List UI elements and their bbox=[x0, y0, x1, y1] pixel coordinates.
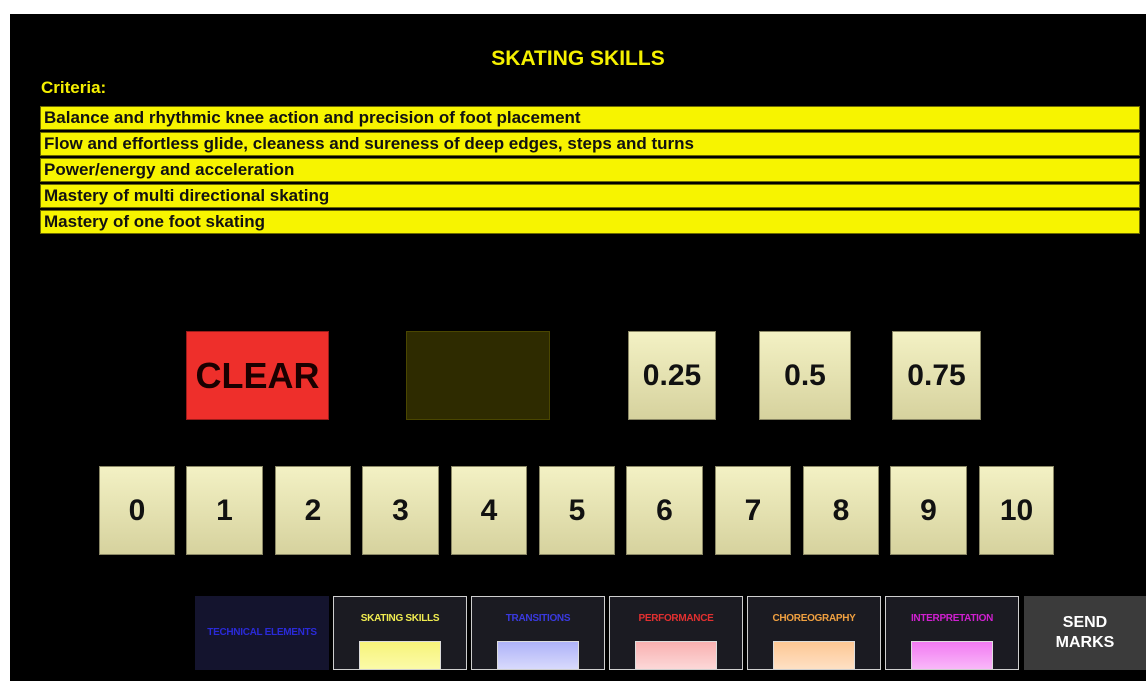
tab-interpretation[interactable]: INTERPRETATION bbox=[885, 596, 1019, 670]
clear-button[interactable]: CLEAR bbox=[186, 331, 329, 420]
judging-screen: SKATING SKILLS Criteria: Balance and rhy… bbox=[10, 14, 1146, 681]
score-button-5[interactable]: 5 bbox=[539, 466, 615, 555]
tab-label: INTERPRETATION bbox=[910, 613, 994, 624]
component-tabs: TECHNICAL ELEMENTS SKATING SKILLS TRANSI… bbox=[195, 596, 1146, 670]
tab-color-swatch bbox=[359, 641, 441, 669]
tab-color-swatch bbox=[773, 641, 855, 669]
tab-choreography[interactable]: CHOREOGRAPHY bbox=[747, 596, 881, 670]
score-button-7[interactable]: 7 bbox=[715, 466, 791, 555]
criteria-list: Balance and rhythmic knee action and pre… bbox=[40, 106, 1140, 236]
criterion-item: Mastery of one foot skating bbox=[40, 210, 1140, 234]
marks-label: MARKS bbox=[1055, 634, 1115, 651]
tab-color-swatch bbox=[911, 641, 993, 669]
send-marks-button[interactable]: SEND MARKS bbox=[1024, 596, 1146, 670]
tab-technical-elements[interactable]: TECHNICAL ELEMENTS bbox=[195, 596, 329, 670]
tab-performance[interactable]: PERFORMANCE bbox=[609, 596, 743, 670]
score-button-6[interactable]: 6 bbox=[626, 466, 703, 555]
criterion-item: Flow and effortless glide, cleaness and … bbox=[40, 132, 1140, 156]
criterion-item: Mastery of multi directional skating bbox=[40, 184, 1140, 208]
criterion-item: Balance and rhythmic knee action and pre… bbox=[40, 106, 1140, 130]
tab-label: CHOREOGRAPHY bbox=[772, 613, 856, 624]
fraction-button-0-5[interactable]: 0.5 bbox=[759, 331, 851, 420]
score-button-0[interactable]: 0 bbox=[99, 466, 175, 555]
fraction-button-0-25[interactable]: 0.25 bbox=[628, 331, 716, 420]
tab-label: TRANSITIONS bbox=[505, 613, 571, 624]
blank-button[interactable] bbox=[406, 331, 550, 420]
criterion-item: Power/energy and acceleration bbox=[40, 158, 1140, 182]
tab-transitions[interactable]: TRANSITIONS bbox=[471, 596, 605, 670]
send-label: SEND bbox=[1062, 614, 1108, 631]
score-button-2[interactable]: 2 bbox=[275, 466, 351, 555]
page-title: SKATING SKILLS bbox=[491, 47, 665, 70]
score-button-3[interactable]: 3 bbox=[362, 466, 439, 555]
tab-label: PERFORMANCE bbox=[638, 613, 714, 624]
fraction-button-0-75[interactable]: 0.75 bbox=[892, 331, 981, 420]
score-button-4[interactable]: 4 bbox=[451, 466, 527, 555]
criteria-label: Criteria: bbox=[41, 78, 107, 97]
score-button-1[interactable]: 1 bbox=[186, 466, 263, 555]
tab-color-swatch bbox=[497, 641, 579, 669]
tab-skating-skills[interactable]: SKATING SKILLS bbox=[333, 596, 467, 670]
score-button-9[interactable]: 9 bbox=[890, 466, 967, 555]
tab-label: TECHNICAL ELEMENTS bbox=[207, 627, 317, 638]
score-button-10[interactable]: 10 bbox=[979, 466, 1054, 555]
tab-color-swatch bbox=[635, 641, 717, 669]
tab-label: SKATING SKILLS bbox=[360, 613, 440, 624]
score-button-8[interactable]: 8 bbox=[803, 466, 879, 555]
